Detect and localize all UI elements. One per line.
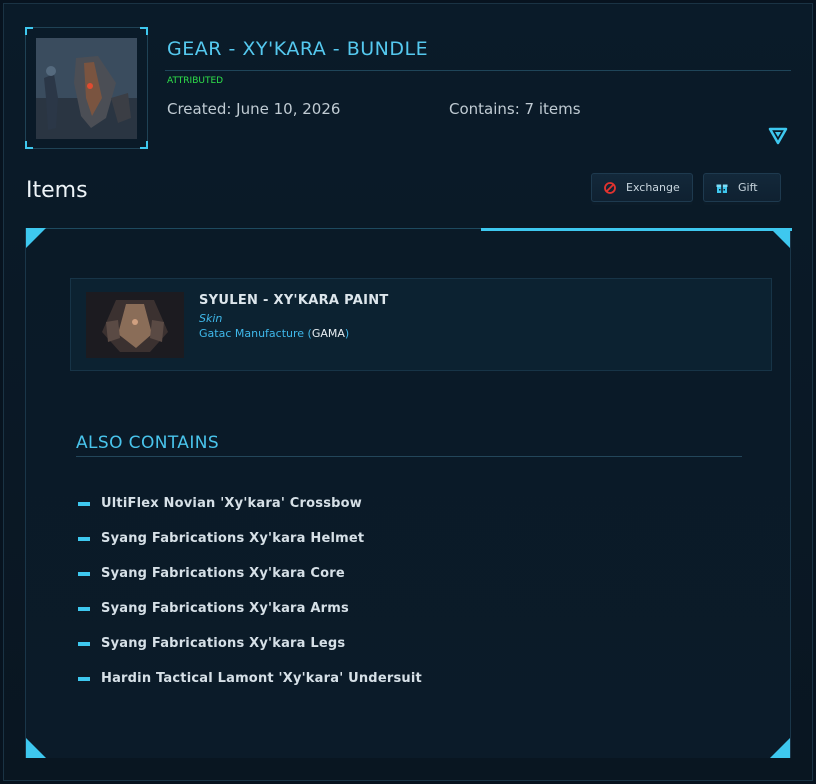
title-divider: [165, 70, 791, 71]
list-item-label: Syang Fabrications Xy'kara Core: [101, 566, 345, 581]
also-contains-divider: [76, 456, 742, 457]
also-contains-title: ALSO CONTAINS: [76, 433, 220, 453]
panel-corner: [770, 228, 790, 248]
code-close: ): [344, 327, 350, 340]
bullet-icon: [78, 501, 90, 506]
list-item: Syang Fabrications Xy'kara Core: [78, 556, 422, 591]
list-item-label: Syang Fabrications Xy'kara Legs: [101, 636, 346, 651]
manufacturer-name: Gatac Manufacture: [199, 327, 305, 340]
list-item: Syang Fabrications Xy'kara Helmet: [78, 521, 422, 556]
gift-label: Gift: [738, 181, 758, 194]
panel-corner: [26, 228, 46, 248]
gift-box-icon: [716, 184, 728, 193]
item-name: SYULEN - XY'KARA PAINT: [199, 293, 389, 308]
list-item-label: UltiFlex Novian 'Xy'kara' Crossbow: [101, 496, 363, 511]
list-item: Syang Fabrications Xy'kara Legs: [78, 626, 422, 661]
panel-corner: [26, 738, 46, 758]
bullet-icon: [78, 571, 90, 576]
bullet-icon: [78, 641, 90, 646]
status-badge: ATTRIBUTED: [167, 76, 224, 86]
list-item: Hardin Tactical Lamont 'Xy'kara' Undersu…: [78, 661, 422, 696]
list-item-label: Syang Fabrications Xy'kara Arms: [101, 601, 349, 616]
gift-button[interactable]: Gift: [703, 173, 781, 202]
no-entry-icon: [604, 181, 616, 194]
bundle-title: GEAR - XY'KARA - BUNDLE: [167, 38, 429, 60]
bullet-icon: [78, 606, 90, 611]
bullet-icon: [78, 536, 90, 541]
list-item-label: Syang Fabrications Xy'kara Helmet: [101, 531, 365, 546]
manufacturer-code: GAMA: [311, 327, 345, 340]
items-heading: Items: [26, 178, 88, 203]
created-date: Created: June 10, 2026: [167, 100, 341, 118]
bundle-thumbnail: [25, 27, 148, 149]
item-count: Contains: 7 items: [449, 100, 581, 118]
list-item-label: Hardin Tactical Lamont 'Xy'kara' Undersu…: [101, 671, 422, 686]
frame-corner: [140, 141, 148, 149]
also-contains-list: UltiFlex Novian 'Xy'kara' Crossbow Syang…: [78, 486, 422, 696]
featured-item-card[interactable]: SYULEN - XY'KARA PAINT Skin Gatac Manufa…: [70, 278, 772, 371]
list-item: Syang Fabrications Xy'kara Arms: [78, 591, 422, 626]
bundle-image: [36, 38, 137, 139]
frame-corner: [25, 27, 33, 35]
exchange-button[interactable]: Exchange: [591, 173, 693, 202]
bullet-icon: [78, 676, 90, 681]
code-open: (: [304, 327, 312, 340]
panel-highlight: [481, 228, 792, 231]
items-panel: SYULEN - XY'KARA PAINT Skin Gatac Manufa…: [25, 228, 792, 758]
exchange-label: Exchange: [626, 181, 680, 194]
triangle-down-icon[interactable]: [768, 127, 788, 145]
frame-corner: [140, 27, 148, 35]
item-type: Skin: [199, 312, 223, 325]
item-image: [86, 292, 184, 358]
item-manufacturer: Gatac Manufacture (GAMA): [199, 327, 349, 340]
frame-corner: [25, 141, 33, 149]
panel-corner: [770, 738, 790, 758]
list-item: UltiFlex Novian 'Xy'kara' Crossbow: [78, 486, 422, 521]
